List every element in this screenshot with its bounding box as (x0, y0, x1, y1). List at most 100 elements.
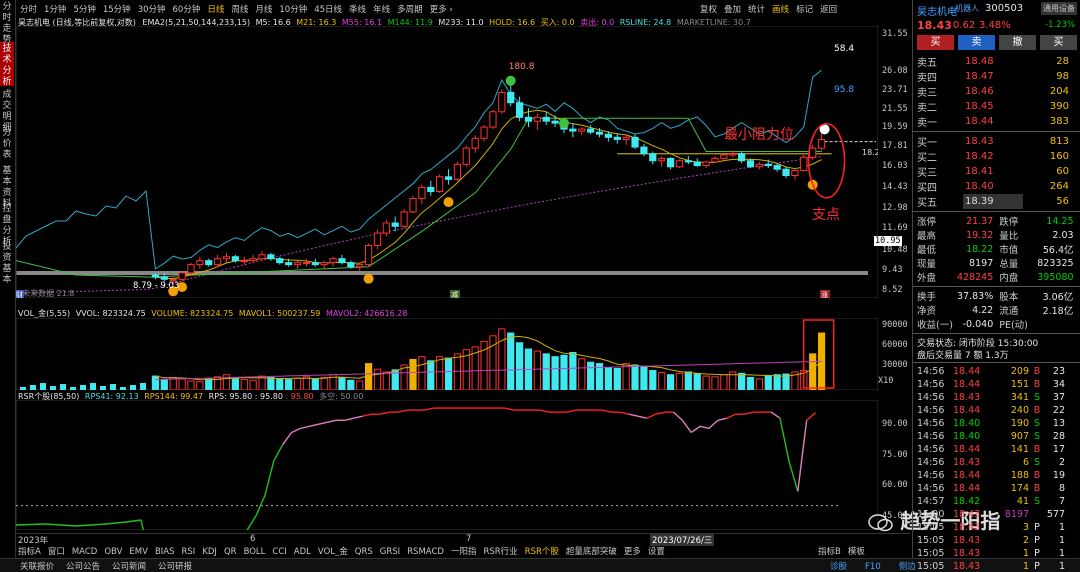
period-tab-1[interactable]: 1分钟 (44, 5, 66, 15)
volume-bar (302, 376, 311, 390)
tick-count: 19 (1052, 470, 1065, 481)
left-tab-0[interactable]: 分时走势 (0, 0, 14, 45)
date-july: 7 (466, 534, 472, 544)
indicator-tab-18[interactable]: RSR个股 (525, 547, 559, 556)
tick-row: 15:00 18.43 8197 577 (915, 508, 1067, 521)
ask-row[interactable]: 卖三 18.46 204 (915, 84, 1071, 99)
period-tab-2[interactable]: 5分钟 (73, 5, 95, 15)
trade-button-2[interactable]: 撤 (999, 35, 1036, 50)
period-tab-12[interactable]: 年线 (373, 5, 390, 15)
toolbar-button-1[interactable]: 叠加 (724, 5, 741, 15)
indicator-tab-0[interactable]: 指标A (18, 547, 41, 556)
candle-body (178, 272, 186, 280)
status-right-1[interactable]: F10 (865, 562, 881, 572)
indicator-tab-9[interactable]: BOLL (244, 547, 266, 556)
indicator-tab-17[interactable]: RSR行业 (483, 547, 517, 556)
indicator-tab-8[interactable]: QR (224, 547, 237, 556)
period-tab-9[interactable]: 10分钟 (279, 5, 307, 15)
tick-row: 14:57 18.42 41 S 7 (915, 495, 1067, 508)
period-tab-14[interactable]: 更多 › (430, 5, 453, 15)
indicator-tab-15[interactable]: RSMACD (407, 547, 444, 556)
ask-row[interactable]: 卖五 18.48 28 (915, 54, 1071, 69)
period-tab-0[interactable]: 分时 (20, 5, 37, 15)
stat-value: 3.06亿 (1042, 292, 1074, 303)
trade-button-0[interactable]: 买 (917, 35, 954, 50)
period-tab-8[interactable]: 月线 (255, 5, 272, 15)
ask-level-label: 卖三 (917, 88, 937, 99)
ask-row[interactable]: 卖一 18.44 383 (915, 114, 1071, 129)
indicator-tab-14[interactable]: GRSI (380, 547, 400, 556)
trade-button-3[interactable]: 买 (1040, 35, 1077, 50)
left-tab-5[interactable]: 控盘分析 (0, 202, 14, 247)
toolbar-button-4[interactable]: 标记 (796, 5, 813, 15)
volume-bar (755, 378, 763, 390)
toolbar-button-0[interactable]: 复权 (700, 5, 717, 15)
period-tab-11[interactable]: 季线 (349, 5, 366, 15)
indicator-tab-13[interactable]: QRS (355, 547, 373, 556)
rsr-segment (318, 421, 328, 426)
indicator-tab-2[interactable]: MACD (72, 547, 97, 556)
left-tab-4[interactable]: 基本资料 (0, 164, 14, 209)
status-link-2[interactable]: 公司新闻 (112, 562, 146, 572)
period-tab-6[interactable]: 日线 (207, 5, 224, 15)
indicator-tab-3[interactable]: OBV (104, 547, 122, 556)
status-link-1[interactable]: 公司公告 (66, 562, 100, 572)
left-tab-3[interactable]: 分价表 (0, 126, 14, 162)
toolbar-button-5[interactable]: 返回 (820, 5, 837, 15)
indicator-tab-10[interactable]: CCI (272, 547, 286, 556)
right-price-label: 18.2 (862, 148, 878, 157)
left-tab-1[interactable]: 技术分析 (0, 42, 14, 87)
indicator-tab-20[interactable]: 更多 (624, 547, 641, 556)
ask-row[interactable]: 卖四 18.47 98 (915, 69, 1071, 84)
indicator-tab-6[interactable]: RSI (182, 547, 196, 556)
candle-body (293, 262, 302, 266)
left-tab-2[interactable]: 成交明细 (0, 88, 14, 133)
indicator-tab-5[interactable]: BIAS (155, 547, 175, 556)
indicator-tab-4[interactable]: EMV (129, 547, 148, 556)
toolbar-button-2[interactable]: 统计 (748, 5, 765, 15)
indicator-tab-16[interactable]: 一阳指 (451, 547, 477, 556)
period-tab-5[interactable]: 60分钟 (173, 5, 201, 15)
period-tab-7[interactable]: 周线 (231, 5, 248, 15)
period-tab-10[interactable]: 45日线 (314, 5, 342, 15)
bid-row[interactable]: 买四 18.40 264 (915, 179, 1071, 194)
indicator-tab-11[interactable]: ADL (294, 547, 311, 556)
price-chart[interactable]: 180.8 58.4 95.8 8.79 - 9.03 最小阻力位支点 18.2 未来数据 … (16, 26, 878, 298)
status-right-0[interactable]: 诊股 (830, 562, 847, 572)
status-right-2[interactable]: 侧边 (899, 562, 916, 572)
period-tab-4[interactable]: 30分钟 (138, 5, 166, 15)
indicator-tab-7[interactable]: KDJ (202, 547, 217, 556)
rsr-chart[interactable] (16, 400, 878, 530)
stat-label: 换手 (917, 292, 937, 303)
highlight-ellipse (807, 122, 846, 199)
period-tab-13[interactable]: 多周期 (397, 5, 423, 15)
volume-chart[interactable] (16, 318, 878, 390)
bid-row[interactable]: 买五 18.39 56 (915, 194, 1071, 209)
candle-body (222, 256, 231, 260)
volume-bar (382, 371, 390, 390)
status-link-0[interactable]: 关联报价 (20, 562, 54, 572)
tick-time: 14:56 (917, 431, 945, 442)
status-link-3[interactable]: 公司研报 (158, 562, 192, 572)
indicator-tab-12[interactable]: VOL_金 (318, 547, 348, 556)
price-tick: 11.69 (882, 223, 908, 234)
period-tab-3[interactable]: 15分钟 (103, 5, 131, 15)
bid-row[interactable]: 买一 18.43 813 (915, 134, 1071, 149)
indicator-tab-21[interactable]: 设置 (648, 547, 665, 556)
tick-side: B (1033, 483, 1041, 494)
trade-button-1[interactable]: 卖 (958, 35, 995, 50)
indicator-tab-19[interactable]: 超量底部突破 (566, 547, 617, 556)
volume-bar (809, 353, 817, 390)
indicator-right-tab-1[interactable]: 模板 (848, 547, 865, 556)
bid-row[interactable]: 买三 18.41 60 (915, 164, 1071, 179)
stat-row: 最高 19.32 量比 2.03 (915, 228, 1076, 243)
candle-body (631, 136, 639, 148)
candle-body (462, 147, 470, 165)
indicator-tab-1[interactable]: 窗口 (48, 547, 65, 556)
left-tab-6[interactable]: 投资基本 (0, 240, 14, 285)
toolbar-button-3[interactable]: 画线 (772, 5, 789, 15)
indicator-right-tab-0[interactable]: 指标B (818, 547, 841, 556)
tick-side: B (1033, 366, 1041, 377)
bid-row[interactable]: 买二 18.42 160 (915, 149, 1071, 164)
ask-row[interactable]: 卖二 18.45 390 (915, 99, 1071, 114)
